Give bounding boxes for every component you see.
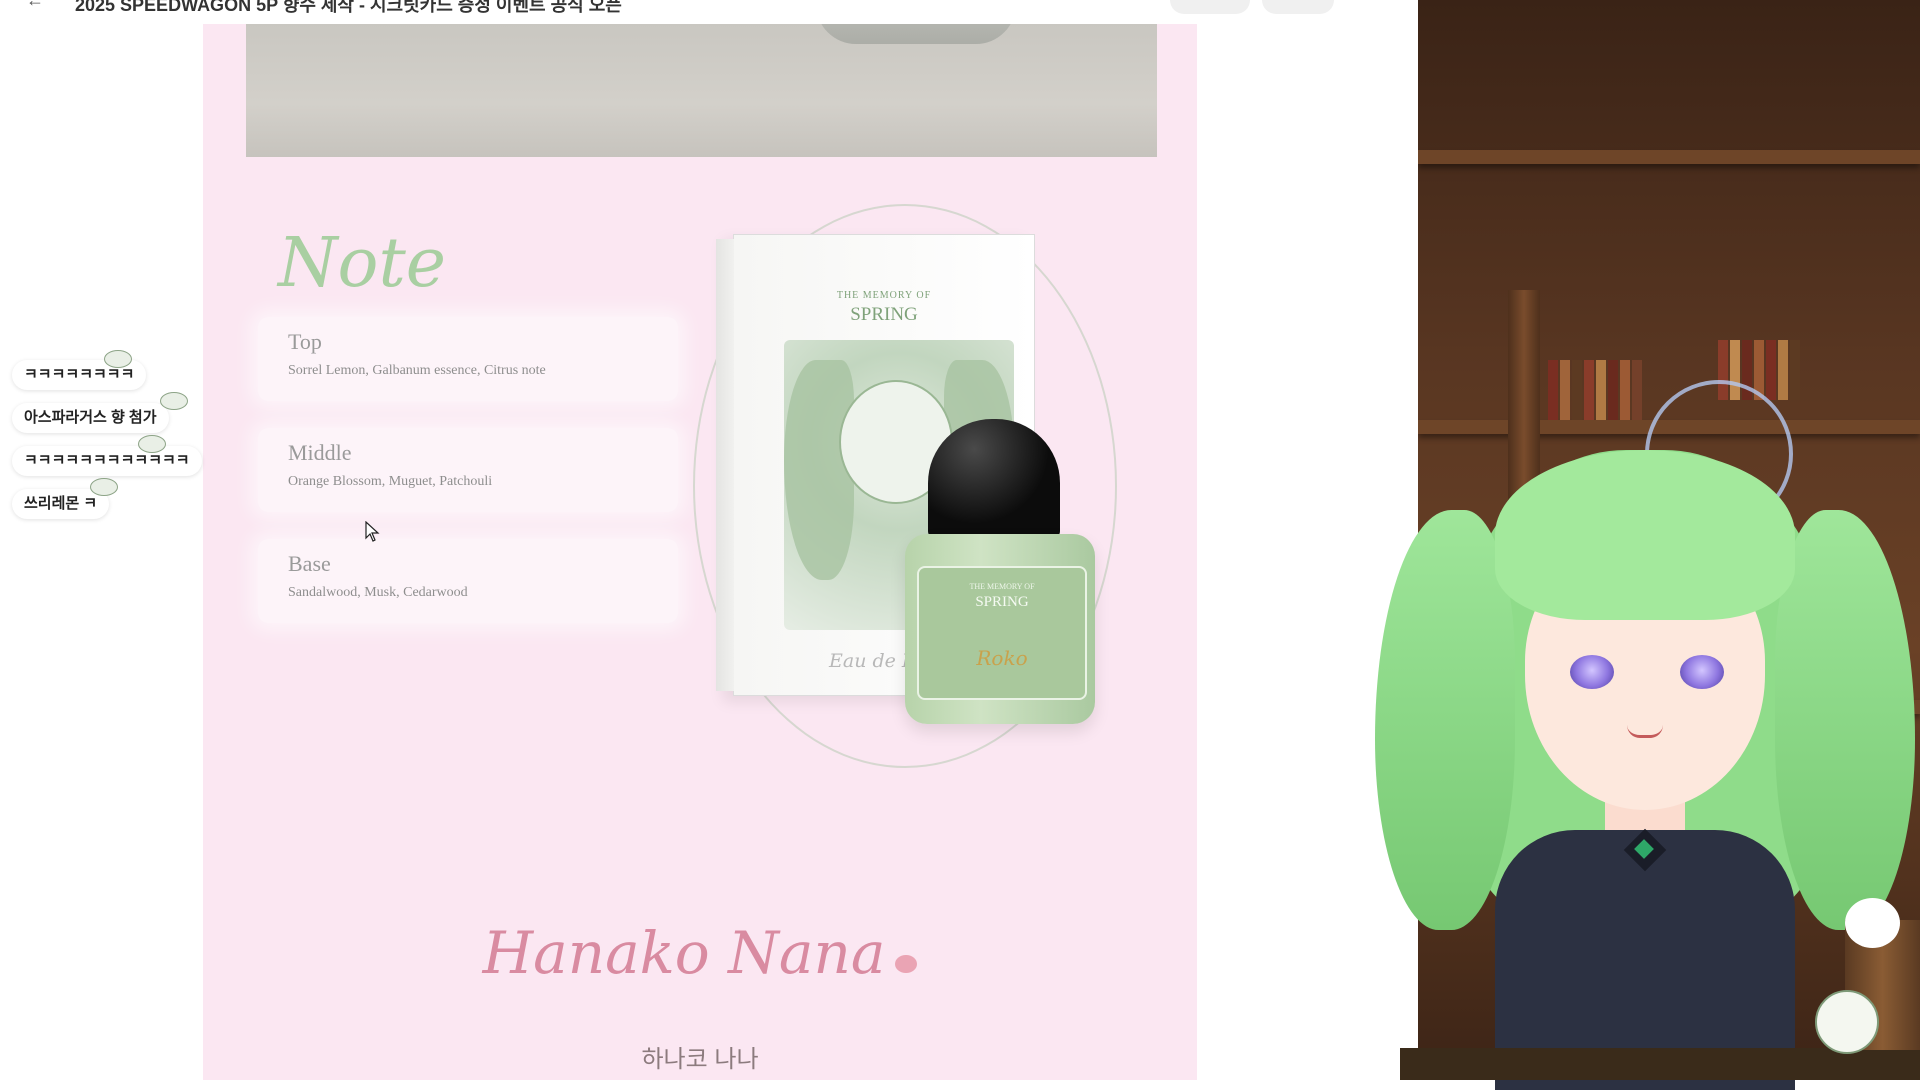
signature-text: Hanako Nana <box>482 919 886 987</box>
note-label: Top <box>288 329 322 354</box>
avatar-bangs <box>1495 450 1795 620</box>
note-card-top: Top Sorrel Lemon, Galbanum essence, Citr… <box>258 317 678 401</box>
heart-icon <box>895 955 918 973</box>
note-label: Base <box>288 551 331 576</box>
page-title: 2025 SPEEDWAGON 5P 향수 제작 - 시크릿카드 증정 이벤트 … <box>75 0 622 15</box>
note-heading: Note <box>278 224 447 303</box>
chat-text: ㅋㅋㅋㅋㅋㅋㅋㅋ <box>24 366 135 383</box>
avatar-twintail-right <box>1775 510 1915 930</box>
note-description: Sandalwood, Musk, Cedarwood <box>288 585 468 600</box>
chat-message: ㅋㅋㅋㅋㅋㅋㅋㅋㅋㅋㅋㅋ <box>12 446 202 476</box>
arrow-left-icon[interactable]: ← <box>26 0 44 11</box>
box-spine <box>716 239 734 691</box>
box-brand-large: SPRING <box>850 304 918 325</box>
note-description: Orange Blossom, Muguet, Patchouli <box>288 474 493 489</box>
perfume-illustration: THE MEMORY OF SPRING Eau de Parfum THE M… <box>673 194 1143 794</box>
mascot-icon <box>1815 990 1879 1054</box>
mascot-sticker-icon <box>104 350 132 368</box>
bottle-cap <box>928 419 1060 539</box>
note-card-base: Base Sandalwood, Musk, Cedarwood <box>258 539 678 623</box>
bottle-brand-large: SPRING <box>975 594 1029 610</box>
product-detail-panel: Note Top Sorrel Lemon, Galbanum essence,… <box>203 24 1197 1080</box>
mascot-sticker-icon <box>138 435 166 453</box>
art-hair <box>784 360 854 580</box>
product-photo <box>246 24 1157 157</box>
artist-signature: Hanako Nana <box>203 919 1197 987</box>
note-label: Middle <box>288 440 352 465</box>
browser-tab-bar: ← 2025 SPEEDWAGON 5P 향수 제작 - 시크릿카드 증정 이벤… <box>0 0 1418 25</box>
speech-bubble-icon <box>1845 898 1900 948</box>
note-card-middle: Middle Orange Blossom, Muguet, Patchouli <box>258 428 678 512</box>
chat-text: 쓰리레몬 ㅋ <box>24 495 98 512</box>
chat-message: 아스파라거스 향 첨가 <box>12 403 169 433</box>
toolbar-button[interactable] <box>1262 0 1334 14</box>
note-description: Sorrel Lemon, Galbanum essence, Citrus n… <box>288 363 546 378</box>
bottle-signature: Roko <box>976 646 1028 670</box>
toolbar-button[interactable] <box>1170 0 1250 14</box>
mascot-sticker-icon <box>90 478 118 496</box>
avatar-twintail-left <box>1375 510 1515 930</box>
vtuber-avatar <box>1375 380 1920 1090</box>
photo-bottle-base <box>816 24 1016 44</box>
mascot-sticker-icon <box>160 392 188 410</box>
artist-name: 하나코 나나 <box>641 1046 759 1073</box>
library-shelf <box>1418 150 1920 164</box>
bottle-brand-small: THE MEMORY OF <box>969 582 1035 591</box>
box-brand-small: THE MEMORY OF <box>836 290 932 301</box>
chat-text: 아스파라거스 향 첨가 <box>24 409 157 426</box>
web-page: Note Top Sorrel Lemon, Galbanum essence,… <box>0 24 1418 1080</box>
bottle-label: THE MEMORY OF SPRING Roko <box>917 566 1087 700</box>
chat-text: ㅋㅋㅋㅋㅋㅋㅋㅋㅋㅋㅋㅋ <box>24 452 190 469</box>
avatar-eye-left <box>1570 655 1614 689</box>
chat-overlay: ㅋㅋㅋㅋㅋㅋㅋㅋ 아스파라거스 향 첨가 ㅋㅋㅋㅋㅋㅋㅋㅋㅋㅋㅋㅋ 쓰리레몬 ㅋ <box>12 335 202 525</box>
avatar-eye-right <box>1680 655 1724 689</box>
perfume-bottle: THE MEMORY OF SPRING Roko <box>905 534 1095 724</box>
cursor-icon <box>365 521 380 542</box>
